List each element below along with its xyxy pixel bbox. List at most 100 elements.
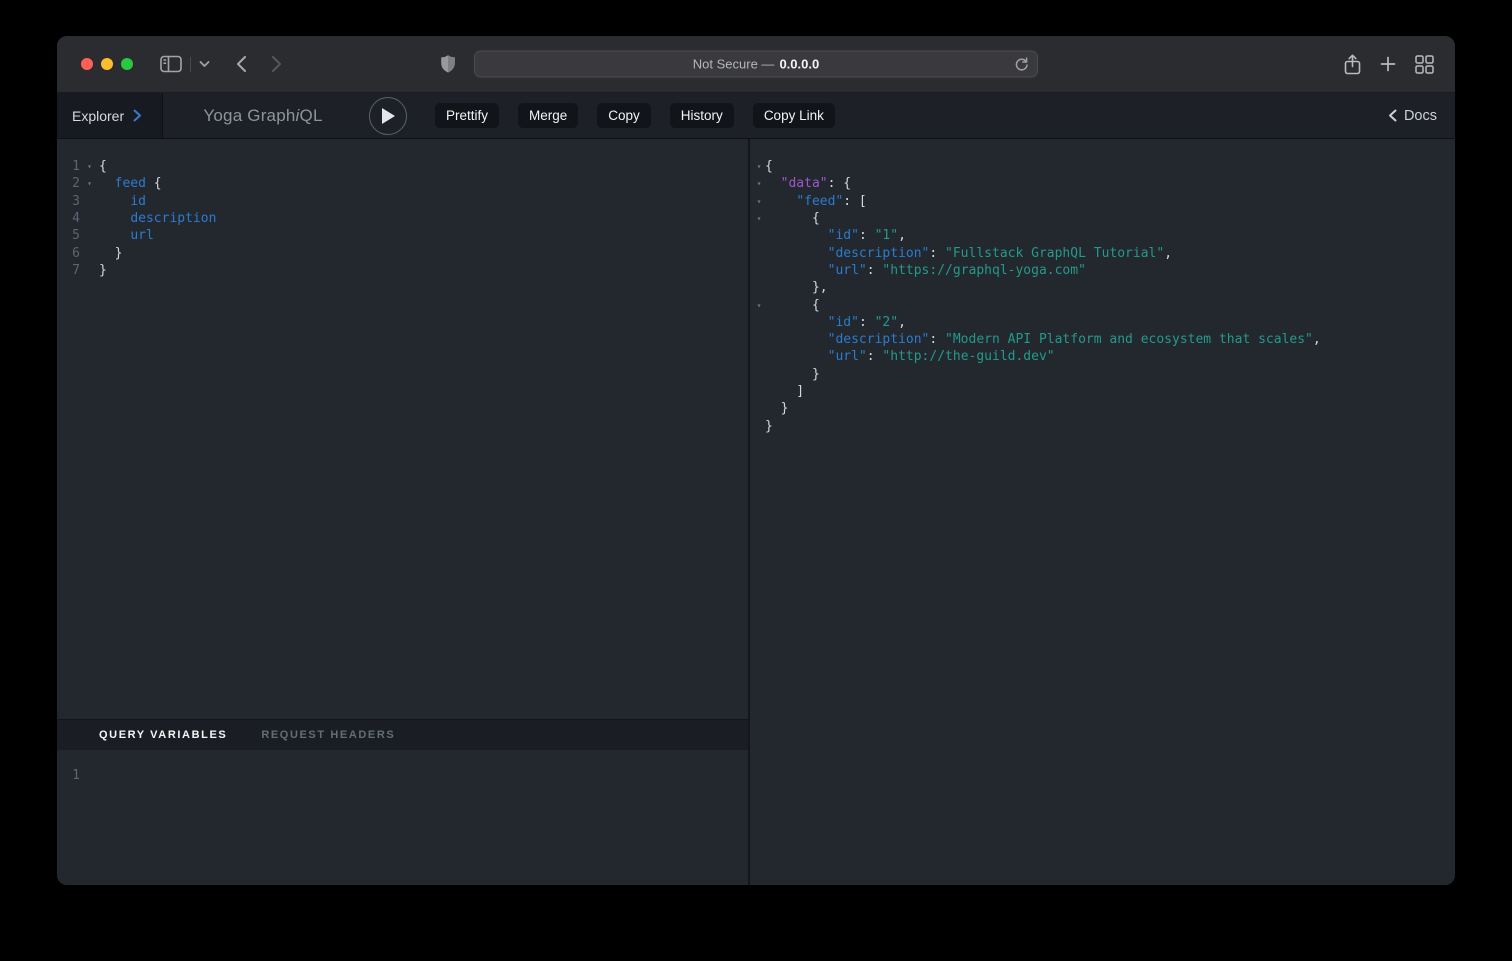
response-pane: ▾{▾ "data": {▾ "feed": [▾ { "id": "1", "… — [750, 139, 1455, 885]
code-text: { — [765, 159, 773, 174]
traffic-lights — [81, 58, 133, 70]
fold-arrow-icon[interactable]: ▾ — [80, 162, 96, 171]
address-bar[interactable]: Not Secure — 0.0.0.0 — [474, 51, 1038, 78]
code-text: } — [765, 367, 820, 382]
code-text: { — [99, 159, 107, 174]
toolbar-divider — [190, 57, 191, 72]
code-text: id — [99, 194, 146, 209]
execute-query-button[interactable] — [369, 97, 407, 135]
fold-arrow-icon[interactable]: ▾ — [750, 179, 765, 188]
code-text: "description": "Modern API Platform and … — [765, 332, 1321, 347]
code-text: description — [99, 211, 216, 226]
code-text: }, — [765, 280, 828, 295]
back-button[interactable] — [235, 55, 248, 73]
query-pane: 1▾{2▾ feed {3 id4 description5 url6 }7} … — [57, 139, 748, 885]
fold-arrow-icon[interactable]: ▾ — [750, 301, 765, 310]
code-line: ▾{ — [750, 158, 1455, 175]
reload-icon[interactable] — [1014, 56, 1029, 72]
code-line: 2▾ feed { — [57, 175, 748, 192]
new-tab-icon[interactable] — [1380, 56, 1396, 72]
code-line: 3 id — [57, 193, 748, 210]
zoom-window-button[interactable] — [121, 58, 133, 70]
code-line: } — [750, 417, 1455, 434]
code-text: "url": "http://the-guild.dev" — [765, 349, 1055, 364]
code-line: "url": "https://graphql-yoga.com" — [750, 262, 1455, 279]
line-number: 5 — [57, 228, 80, 243]
docs-label: Docs — [1404, 108, 1437, 124]
share-icon[interactable] — [1344, 54, 1361, 75]
query-variables-editor[interactable]: 1 — [57, 750, 748, 885]
code-text: { — [765, 211, 820, 226]
history-button[interactable]: History — [670, 103, 734, 128]
code-text: ] — [765, 384, 804, 399]
minimize-window-button[interactable] — [101, 58, 113, 70]
copy-link-button[interactable]: Copy Link — [753, 103, 835, 128]
secondary-editor-tabbar: QUERY VARIABLES REQUEST HEADERS — [57, 719, 748, 750]
code-text: feed { — [99, 176, 162, 191]
fold-arrow-icon[interactable]: ▾ — [750, 162, 765, 171]
chevron-left-icon — [1388, 109, 1397, 122]
code-line: "description": "Fullstack GraphQL Tutori… — [750, 244, 1455, 261]
explorer-label: Explorer — [72, 108, 124, 124]
fold-arrow-icon[interactable]: ▾ — [750, 214, 765, 223]
copy-button[interactable]: Copy — [597, 103, 651, 128]
code-line: "id": "2", — [750, 314, 1455, 331]
prettify-button[interactable]: Prettify — [435, 103, 499, 128]
forward-button[interactable] — [270, 55, 283, 73]
response-viewer: ▾{▾ "data": {▾ "feed": [▾ { "id": "1", "… — [750, 139, 1455, 885]
code-line: } — [750, 400, 1455, 417]
code-text: "id": "1", — [765, 228, 906, 243]
docs-button[interactable]: Docs — [1388, 108, 1437, 124]
code-line: ▾ { — [750, 210, 1455, 227]
code-text: } — [99, 246, 122, 261]
code-line: 5 url — [57, 227, 748, 244]
line-number: 2 — [57, 176, 80, 191]
close-window-button[interactable] — [81, 58, 93, 70]
graphiql-toolbar: Explorer Yoga GraphiQL Prettify Merge Co… — [57, 93, 1455, 139]
code-text: } — [99, 263, 107, 278]
code-text: "id": "2", — [765, 315, 906, 330]
sidebar-toggle-icon[interactable] — [160, 55, 182, 73]
code-line: ▾ "feed": [ — [750, 193, 1455, 210]
code-text: { — [765, 298, 820, 313]
privacy-shield-icon[interactable] — [440, 55, 456, 74]
fold-arrow-icon[interactable]: ▾ — [80, 179, 96, 188]
code-line: }, — [750, 279, 1455, 296]
code-line: ▾ "data": { — [750, 175, 1455, 192]
code-line: "description": "Modern API Platform and … — [750, 331, 1455, 348]
chevron-right-icon — [133, 109, 142, 122]
code-line: ▾ { — [750, 296, 1455, 313]
code-line: "id": "1", — [750, 227, 1455, 244]
line-number: 1 — [57, 768, 80, 783]
tab-overview-icon[interactable] — [1415, 55, 1434, 74]
code-text: } — [765, 419, 773, 434]
line-number: 6 — [57, 246, 80, 261]
code-line: 4 description — [57, 210, 748, 227]
code-line: 1▾{ — [57, 158, 748, 175]
browser-window: Not Secure — 0.0.0.0 — [57, 36, 1455, 885]
code-line: 7} — [57, 262, 748, 279]
fold-arrow-icon[interactable]: ▾ — [750, 197, 765, 206]
line-number: 4 — [57, 211, 80, 226]
sidebar-menu-chevron-down-icon[interactable] — [199, 60, 210, 68]
line-number: 1 — [57, 159, 80, 174]
app-logo: Yoga GraphiQL — [163, 106, 363, 126]
play-icon — [380, 107, 396, 125]
query-editor[interactable]: 1▾{2▾ feed {3 id4 description5 url6 }7} — [57, 139, 748, 719]
browser-chrome: Not Secure — 0.0.0.0 — [57, 36, 1455, 93]
url-host: 0.0.0.0 — [779, 57, 819, 72]
code-text: "feed": [ — [765, 194, 867, 209]
code-line: "url": "http://the-guild.dev" — [750, 348, 1455, 365]
explorer-toggle-button[interactable]: Explorer — [57, 93, 163, 138]
code-text: "description": "Fullstack GraphQL Tutori… — [765, 246, 1172, 261]
line-number: 3 — [57, 194, 80, 209]
code-line: 6 } — [57, 244, 748, 261]
code-text: } — [765, 401, 788, 416]
security-label: Not Secure — — [693, 57, 775, 72]
line-number: 7 — [57, 263, 80, 278]
code-line: } — [750, 366, 1455, 383]
merge-button[interactable]: Merge — [518, 103, 578, 128]
code-text: "url": "https://graphql-yoga.com" — [765, 263, 1086, 278]
tab-request-headers[interactable]: REQUEST HEADERS — [261, 729, 395, 741]
tab-query-variables[interactable]: QUERY VARIABLES — [99, 729, 227, 741]
